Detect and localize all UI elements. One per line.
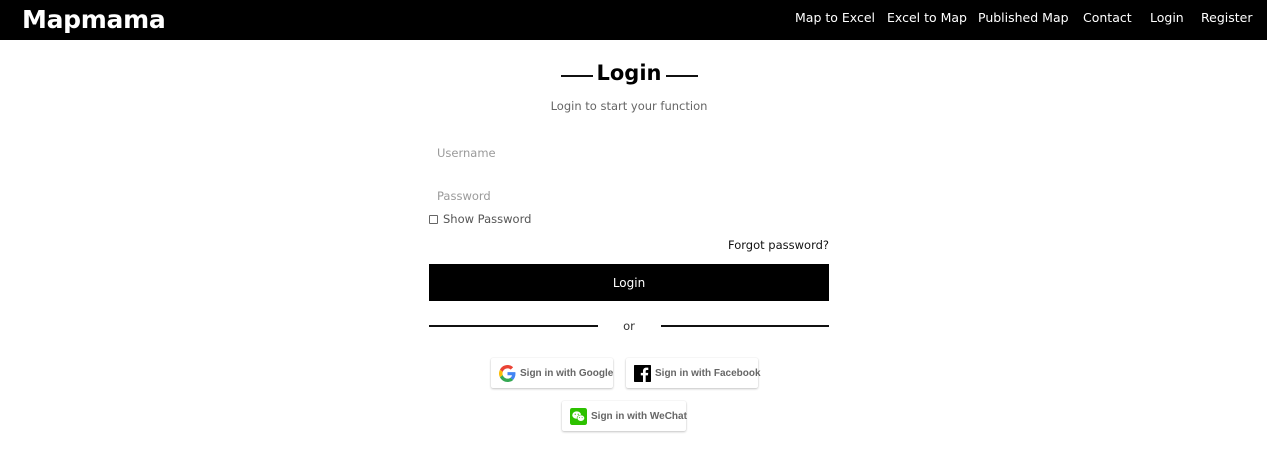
nav-published-map[interactable]: Published Map (978, 10, 1069, 25)
forgot-password-link[interactable]: Forgot password? (728, 238, 829, 252)
wechat-icon (570, 407, 587, 425)
title-right-line (666, 75, 698, 77)
username-input[interactable] (429, 138, 829, 168)
nav-map-to-excel[interactable]: Map to Excel (795, 10, 875, 25)
facebook-icon (634, 364, 651, 382)
divider-left-line (429, 325, 598, 327)
page-subtitle: Login to start your function (550, 99, 708, 113)
google-icon (499, 364, 516, 382)
nav-excel-to-map[interactable]: Excel to Map (887, 10, 967, 25)
nav-contact[interactable]: Contact (1083, 10, 1132, 25)
show-password-toggle[interactable]: Show Password (429, 211, 531, 227)
wechat-signin-label: Sign in with WeChat (591, 410, 687, 422)
divider-or: or (623, 319, 635, 333)
password-input[interactable] (429, 181, 829, 211)
wechat-signin-button[interactable]: Sign in with WeChat (562, 401, 687, 431)
show-password-label: Show Password (443, 212, 532, 226)
page-title: Login (596, 61, 662, 85)
brand-logo[interactable]: Mapmama (22, 5, 166, 34)
divider-right-line (661, 325, 829, 327)
google-signin-button[interactable]: Sign in with Google (491, 358, 613, 388)
facebook-signin-label: Sign in with Facebook (655, 367, 761, 379)
facebook-signin-button[interactable]: Sign in with Facebook (626, 358, 761, 388)
nav-register[interactable]: Register (1201, 10, 1252, 25)
show-password-checkbox[interactable] (429, 214, 438, 224)
google-signin-label: Sign in with Google (520, 367, 614, 379)
login-title-row: Login (429, 61, 829, 91)
login-button[interactable]: Login (429, 264, 829, 301)
nav-login[interactable]: Login (1150, 10, 1184, 25)
top-navbar: Mapmama Map to Excel Excel to Map Publis… (0, 0, 1267, 40)
